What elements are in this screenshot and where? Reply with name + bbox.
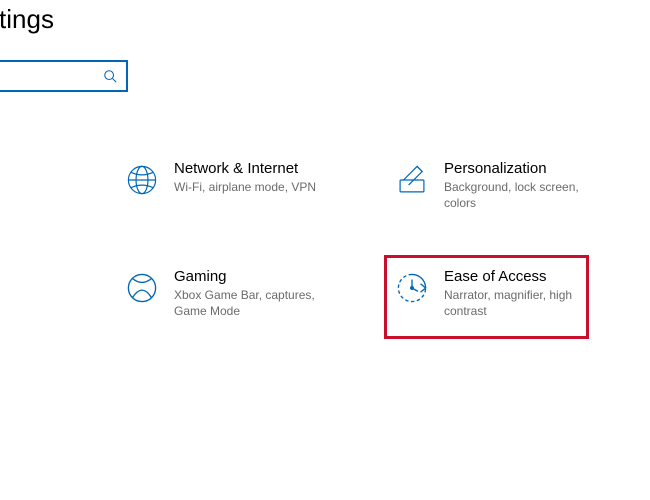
tile-security-partial[interactable]: urity recovery, [0,376,88,412]
tile-desc: l, iPhone [0,175,88,191]
tile-title: Network & Internet [174,160,316,177]
search-box[interactable] [0,60,128,92]
xbox-icon [122,268,162,308]
tile-desc: Background, lock screen, colors [444,180,614,211]
search-input[interactable] [0,62,94,90]
tile-ease-of-access[interactable]: Ease of Access Narrator, magnifier, high… [392,268,632,319]
tile-gaming[interactable]: Gaming Xbox Game Bar, captures, Game Mod… [122,268,362,319]
page-title: Settings [0,4,54,35]
tile-desc: ate [0,294,88,310]
ease-of-access-icon [392,268,432,308]
tile-storage-partial[interactable]: age ate [0,274,88,310]
tile-title: Personalization [444,160,614,177]
tile-title: urity [0,376,88,393]
paintbrush-icon [392,160,432,200]
tile-title: Gaming [174,268,344,285]
tile-desc: Wi-Fi, airplane mode, VPN [174,180,316,196]
tile-desc: recovery, [0,396,88,412]
tile-desc: Xbox Game Bar, captures, Game Mode [174,288,344,319]
tile-title: age [0,274,88,291]
tile-title: Ease of Access [444,268,614,285]
tile-personalization[interactable]: Personalization Background, lock screen,… [392,160,632,211]
tile-desc: Narrator, magnifier, high contrast [444,288,614,319]
tile-phone-partial[interactable]: l, iPhone [0,172,88,191]
globe-icon [122,160,162,200]
tile-network[interactable]: Network & Internet Wi-Fi, airplane mode,… [122,160,362,200]
search-icon [94,69,126,83]
